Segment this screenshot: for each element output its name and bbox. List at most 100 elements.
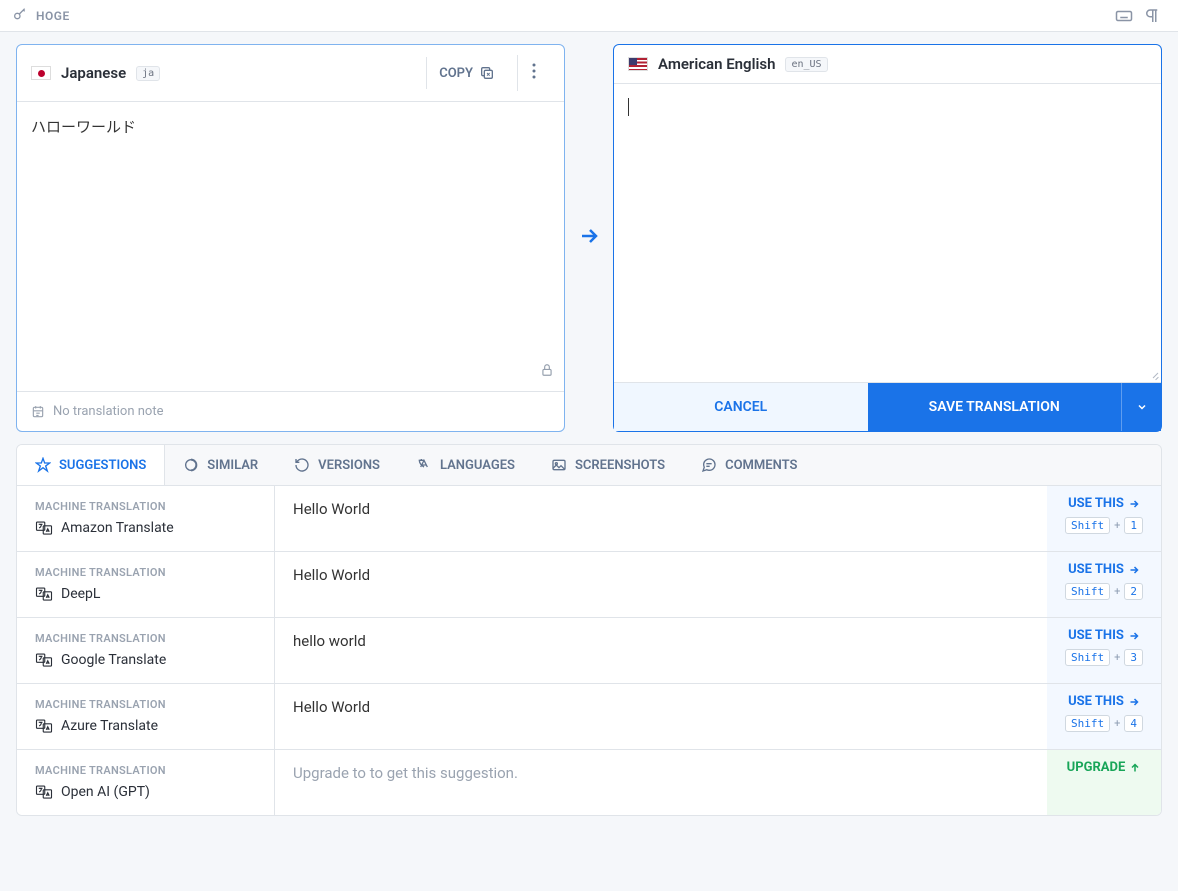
translation-area: Japanese ja COPY ハローワールド No translation … xyxy=(0,32,1178,444)
suggestion-source: MACHINE TRANSLATION DeepL xyxy=(17,552,275,617)
tab-suggestions[interactable]: SUGGESTIONS xyxy=(17,445,165,485)
save-dropdown-button[interactable] xyxy=(1121,383,1161,431)
mt-provider: Azure Translate xyxy=(35,717,256,735)
suggestion-text: hello world xyxy=(275,618,1047,683)
target-panel: American English en_US CANCEL SAVE TRANS… xyxy=(613,44,1162,432)
tab-screenshots[interactable]: SCREENSHOTS xyxy=(533,445,683,485)
suggestion-source: MACHINE TRANSLATION Google Translate xyxy=(17,618,275,683)
upgrade-button[interactable]: UPGRADE xyxy=(1067,760,1142,775)
tab-label: VERSIONS xyxy=(318,458,380,473)
use-this-label: USE THIS xyxy=(1068,562,1124,577)
translate-icon xyxy=(35,519,53,537)
keyboard-icon[interactable] xyxy=(1110,2,1138,30)
mt-provider: Open AI (GPT) xyxy=(35,783,256,801)
resize-handle-icon[interactable] xyxy=(1149,370,1159,380)
tab-comments[interactable]: COMMENTS xyxy=(683,445,815,485)
translation-note-area[interactable]: No translation note xyxy=(17,391,564,431)
translate-icon xyxy=(35,585,53,603)
shortcut-hint: Shift + 4 xyxy=(1065,715,1143,732)
target-actions: CANCEL SAVE TRANSLATION xyxy=(614,382,1161,431)
key-number: 3 xyxy=(1124,649,1143,666)
arrow-right-icon xyxy=(577,224,601,252)
plus: + xyxy=(1114,585,1120,598)
use-this-label: USE THIS xyxy=(1068,496,1124,511)
provider-name: Amazon Translate xyxy=(61,520,174,536)
target-text-input[interactable] xyxy=(614,84,1161,382)
mt-label: MACHINE TRANSLATION xyxy=(35,764,256,777)
suggestion-text: Hello World xyxy=(275,684,1047,749)
tab-label: SUGGESTIONS xyxy=(59,458,146,473)
suggestion-action: UPGRADE xyxy=(1047,750,1161,815)
provider-name: Open AI (GPT) xyxy=(61,784,150,800)
suggestion-source: MACHINE TRANSLATION Azure Translate xyxy=(17,684,275,749)
copy-label: COPY xyxy=(439,66,473,81)
suggestion-row: MACHINE TRANSLATION Google Translate hel… xyxy=(17,618,1161,684)
key-shift: Shift xyxy=(1065,583,1110,600)
translation-key: HOGE xyxy=(36,9,70,23)
tab-languages[interactable]: LANGUAGES xyxy=(398,445,533,485)
pilcrow-icon[interactable] xyxy=(1138,2,1166,30)
save-translation-button[interactable]: SAVE TRANSLATION xyxy=(868,383,1122,431)
tab-versions[interactable]: VERSIONS xyxy=(276,445,398,485)
suggestion-action: USE THIS Shift + 2 xyxy=(1047,552,1161,617)
tab-label: SIMILAR xyxy=(207,458,258,473)
provider-name: DeepL xyxy=(61,586,100,602)
tab-similar[interactable]: SIMILAR xyxy=(165,445,276,485)
suggestion-action: USE THIS Shift + 3 xyxy=(1047,618,1161,683)
tab-label: SCREENSHOTS xyxy=(575,458,665,473)
plus: + xyxy=(1114,519,1120,532)
more-options-button[interactable] xyxy=(517,55,550,91)
use-this-button[interactable]: USE THIS xyxy=(1068,694,1140,709)
tab-label: LANGUAGES xyxy=(440,458,515,473)
suggestion-row: MACHINE TRANSLATION DeepL Hello World US… xyxy=(17,552,1161,618)
copy-button[interactable]: COPY xyxy=(426,57,507,89)
tabs-container: SUGGESTIONS SIMILAR VERSIONS LANGUAGES S… xyxy=(16,444,1162,816)
provider-name: Azure Translate xyxy=(61,718,158,734)
shortcut-hint: Shift + 3 xyxy=(1065,649,1143,666)
key-shift: Shift xyxy=(1065,649,1110,666)
key-icon xyxy=(12,6,28,26)
mt-label: MACHINE TRANSLATION xyxy=(35,632,256,645)
source-text: ハローワールド xyxy=(17,102,564,391)
flag-usa-icon xyxy=(628,57,648,71)
key-shift: Shift xyxy=(1065,517,1110,534)
source-text-value: ハローワールド xyxy=(31,118,136,136)
mt-label: MACHINE TRANSLATION xyxy=(35,698,256,711)
suggestion-row: MACHINE TRANSLATION Open AI (GPT) Upgrad… xyxy=(17,750,1161,815)
source-panel: Japanese ja COPY ハローワールド No translation … xyxy=(16,44,565,432)
mt-provider: Amazon Translate xyxy=(35,519,256,537)
text-cursor xyxy=(628,98,629,116)
translate-icon xyxy=(35,651,53,669)
key-number: 1 xyxy=(1124,517,1143,534)
use-this-button[interactable]: USE THIS xyxy=(1068,628,1140,643)
cancel-button[interactable]: CANCEL xyxy=(614,383,868,431)
translate-icon xyxy=(35,717,53,735)
plus: + xyxy=(1114,651,1120,664)
target-language-code: en_US xyxy=(785,57,827,72)
target-language-label: American English xyxy=(658,55,775,73)
suggestion-text: Upgrade to to get this suggestion. xyxy=(275,750,1047,815)
source-language-code: ja xyxy=(136,66,160,81)
plus: + xyxy=(1114,717,1120,730)
use-this-button[interactable]: USE THIS xyxy=(1068,562,1140,577)
key-number: 2 xyxy=(1124,583,1143,600)
tabs-bar: SUGGESTIONS SIMILAR VERSIONS LANGUAGES S… xyxy=(17,445,1161,486)
suggestion-action: USE THIS Shift + 4 xyxy=(1047,684,1161,749)
suggestion-text: Hello World xyxy=(275,552,1047,617)
translate-icon xyxy=(35,783,53,801)
translation-note-text: No translation note xyxy=(53,404,163,419)
lock-icon xyxy=(540,363,554,381)
mt-provider: DeepL xyxy=(35,585,256,603)
use-this-label: USE THIS xyxy=(1068,694,1124,709)
mt-label: MACHINE TRANSLATION xyxy=(35,566,256,579)
upgrade-label: UPGRADE xyxy=(1067,760,1126,775)
key-shift: Shift xyxy=(1065,715,1110,732)
suggestion-row: MACHINE TRANSLATION Azure Translate Hell… xyxy=(17,684,1161,750)
tab-label: COMMENTS xyxy=(725,458,797,473)
use-this-button[interactable]: USE THIS xyxy=(1068,496,1140,511)
key-number: 4 xyxy=(1124,715,1143,732)
flag-japan-icon xyxy=(31,66,51,80)
suggestion-row: MACHINE TRANSLATION Amazon Translate Hel… xyxy=(17,486,1161,552)
mt-label: MACHINE TRANSLATION xyxy=(35,500,256,513)
source-language-label: Japanese xyxy=(61,64,126,82)
